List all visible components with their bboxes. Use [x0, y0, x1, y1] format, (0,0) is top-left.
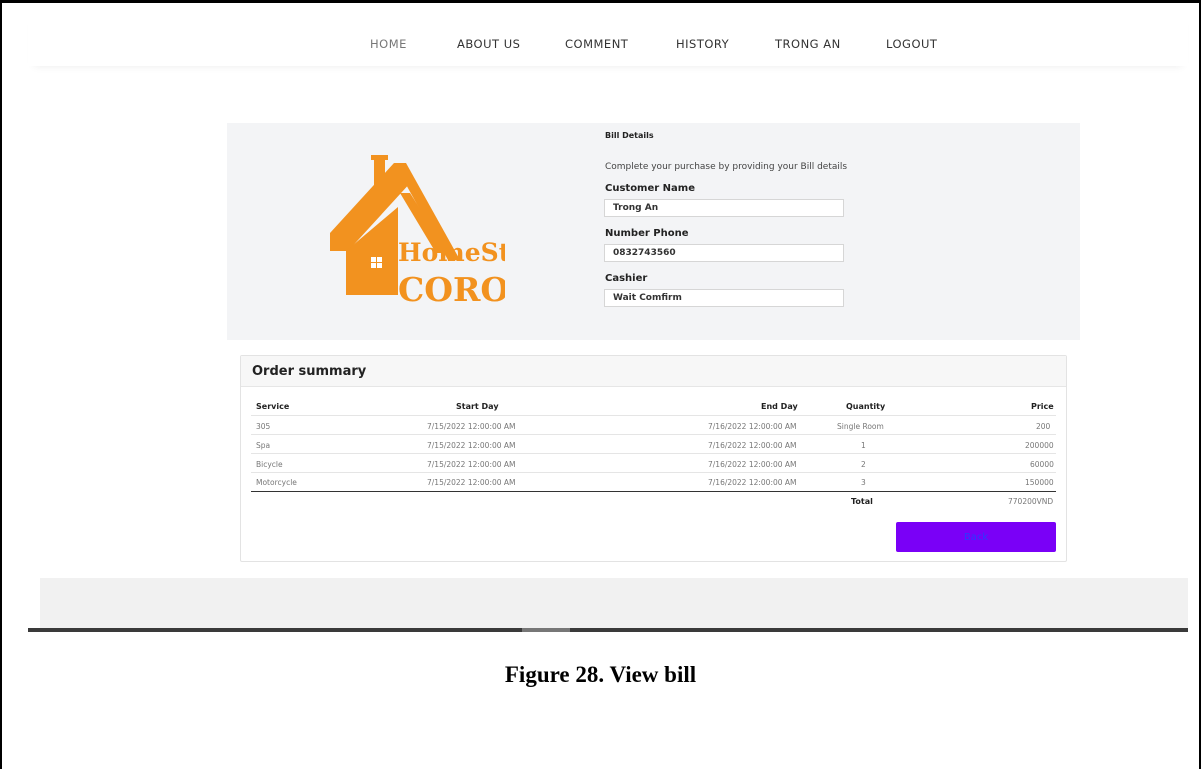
- total-value: 770200VND: [1008, 497, 1054, 506]
- table-cell-end-day: 7/16/2022 12:00:00 AM: [708, 460, 797, 469]
- figure-border-left: [0, 0, 2, 769]
- column-header-quantity: Quantity: [846, 402, 886, 411]
- table-row-divider: [251, 453, 1056, 454]
- table-row-divider: [251, 472, 1056, 473]
- logo-text-corona: CORONA: [398, 270, 505, 309]
- order-summary-title: Order summary: [252, 364, 367, 379]
- order-summary-card: Order summary Service Start Day End Day …: [240, 355, 1067, 562]
- nav-comment[interactable]: COMMENT: [565, 37, 628, 51]
- table-cell-quantity: 1: [861, 441, 866, 450]
- table-cell-start-day: 7/15/2022 12:00:00 AM: [427, 460, 516, 469]
- footer-scroll-indicator: [522, 628, 570, 632]
- table-cell-service: Spa: [256, 441, 271, 450]
- table-cell-end-day: 7/16/2022 12:00:00 AM: [708, 441, 797, 450]
- homestay-corona-logo: HomeStay CORONA: [330, 155, 505, 309]
- cashier-value: Wait Comfirm: [613, 293, 682, 303]
- cashier-label: Cashier: [605, 273, 648, 284]
- column-header-start-day: Start Day: [456, 402, 499, 411]
- nav-about-us[interactable]: ABOUT US: [457, 37, 520, 51]
- customer-name-value: Trong An: [613, 203, 659, 213]
- table-cell-service: Bicycle: [256, 460, 283, 469]
- order-summary-header: Order summary: [241, 356, 1066, 387]
- table-row-divider: [251, 415, 1056, 416]
- top-navigation: HOME ABOUT US COMMENT HISTORY TRONG AN L…: [28, 10, 1188, 66]
- total-label: Total: [851, 497, 873, 506]
- customer-name-label: Customer Name: [605, 183, 695, 194]
- table-cell-service: 305: [256, 422, 271, 431]
- figure-border-top: [0, 0, 1201, 3]
- nav-home[interactable]: HOME: [370, 37, 407, 51]
- table-cell-price: 200000: [1025, 441, 1054, 450]
- column-header-price: Price: [1031, 402, 1054, 411]
- figure-caption: Figure 28. View bill: [504, 662, 697, 687]
- bill-details-description: Complete your purchase by providing your…: [605, 162, 848, 172]
- table-row-divider: [251, 434, 1056, 435]
- number-phone-field[interactable]: 0832743560: [604, 244, 844, 262]
- table-cell-service: Motorcycle: [256, 478, 297, 487]
- nav-user-trong-an[interactable]: TRONG AN: [775, 37, 841, 51]
- table-cell-end-day: 7/16/2022 12:00:00 AM: [708, 478, 797, 487]
- table-cell-price: 200: [1036, 422, 1051, 431]
- table-cell-start-day: 7/15/2022 12:00:00 AM: [427, 441, 516, 450]
- number-phone-label: Number Phone: [605, 228, 689, 239]
- total-divider: [251, 491, 1056, 492]
- table-cell-end-day: 7/16/2022 12:00:00 AM: [708, 422, 797, 431]
- page-footer: [40, 578, 1188, 628]
- table-cell-price: 60000: [1030, 460, 1054, 469]
- nav-logout[interactable]: LOGOUT: [886, 37, 937, 51]
- table-cell-quantity: 2: [861, 460, 866, 469]
- back-button[interactable]: Back: [896, 522, 1056, 552]
- nav-history[interactable]: HISTORY: [676, 37, 729, 51]
- cashier-field[interactable]: Wait Comfirm: [604, 289, 844, 307]
- table-cell-quantity: 3: [861, 478, 866, 487]
- logo-text-homestay: HomeStay: [398, 238, 505, 267]
- customer-name-field[interactable]: Trong An: [604, 199, 844, 217]
- table-cell-start-day: 7/15/2022 12:00:00 AM: [427, 422, 516, 431]
- column-header-end-day: End Day: [761, 402, 798, 411]
- table-cell-start-day: 7/15/2022 12:00:00 AM: [427, 478, 516, 487]
- footer-bottom-bar: [28, 628, 1188, 632]
- number-phone-value: 0832743560: [613, 248, 676, 258]
- table-cell-price: 150000: [1025, 478, 1054, 487]
- bill-details-title: Bill Details: [605, 131, 654, 140]
- column-header-service: Service: [256, 402, 290, 411]
- table-cell-quantity: Single Room: [837, 422, 884, 431]
